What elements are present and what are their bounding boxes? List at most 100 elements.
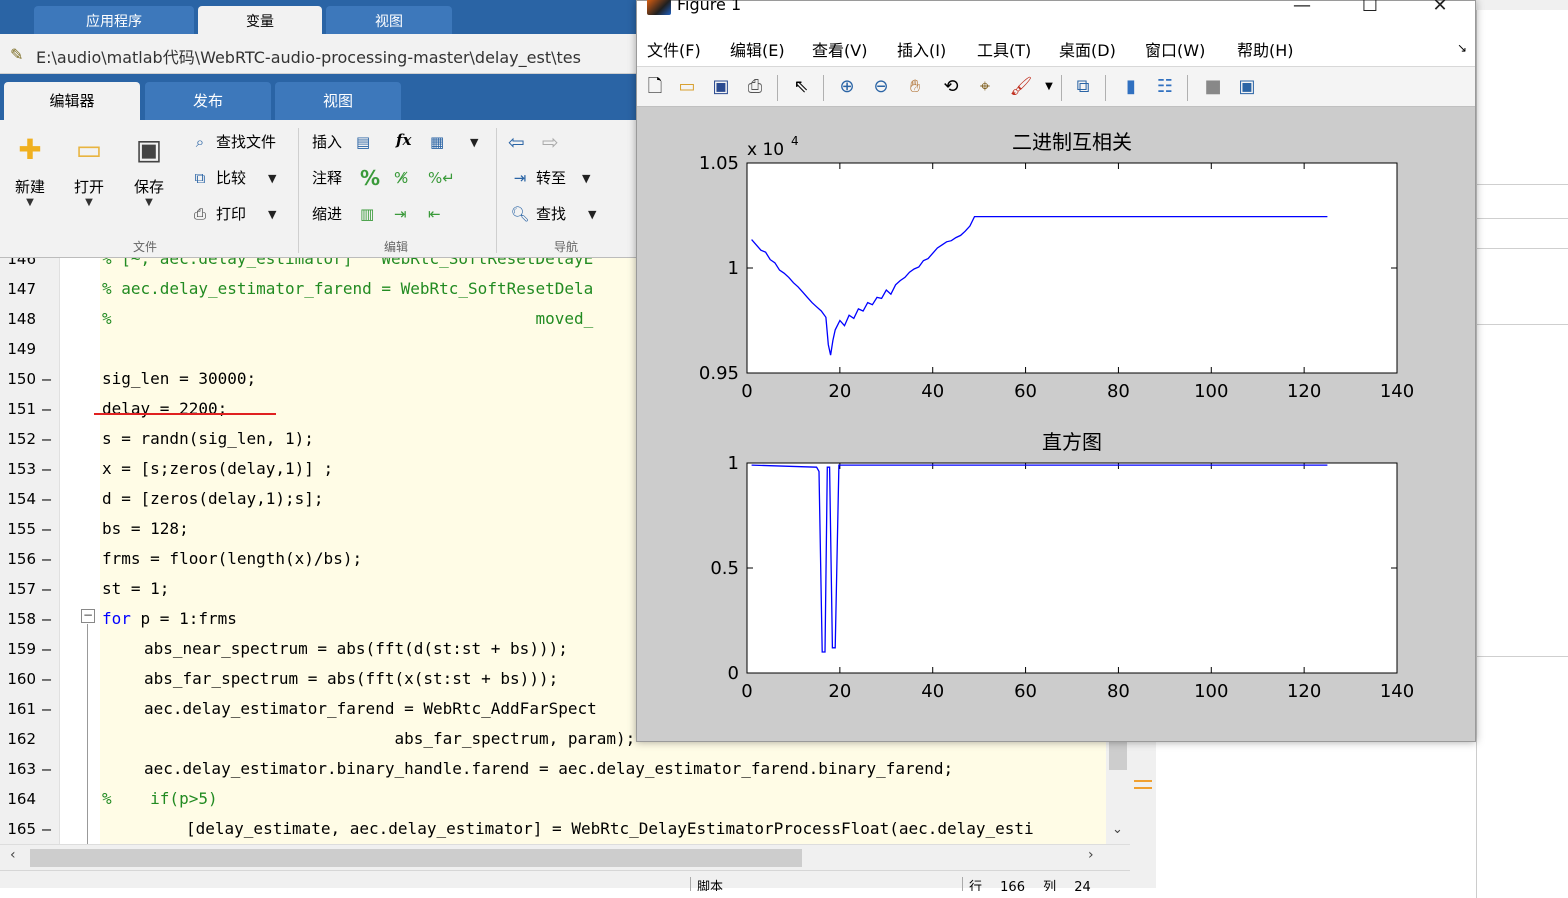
breakpoint-marker[interactable]: — xyxy=(42,664,51,694)
figure-canvas[interactable]: 二进制互相关0 20 40 60 80 100 120 1400.9511.05x 10 4直方… xyxy=(637,107,1475,741)
insert-function-icon[interactable]: ▦ xyxy=(430,128,444,156)
print-button[interactable]: ⎙ 打印 xyxy=(188,200,246,228)
colorbar-icon[interactable]: ▮ xyxy=(1117,73,1145,101)
comment-button[interactable]: 注释 xyxy=(312,164,342,192)
open-file-icon[interactable]: ▭ xyxy=(673,73,701,101)
code-line[interactable]: 165 — [delay_estimate, aec.delay_estimator… xyxy=(0,814,1106,844)
maximize-button[interactable]: ☐ xyxy=(1355,0,1385,16)
breakpoint-marker[interactable]: — xyxy=(42,814,51,844)
chevron-down-icon[interactable]: ⌄ xyxy=(1112,822,1123,837)
breakpoint-marker[interactable]: — xyxy=(42,544,51,574)
scrollbar-thumb[interactable] xyxy=(1109,738,1127,770)
compare-button[interactable]: ⧉ 比较 xyxy=(188,164,246,192)
breakpoint-marker[interactable]: — xyxy=(42,394,51,424)
menu-help[interactable]: 帮助(H) xyxy=(1237,37,1294,61)
menu-insert[interactable]: 插入(I) xyxy=(897,37,946,61)
zoom-in-icon[interactable]: ⊕ xyxy=(833,73,861,101)
code-analyzer-marker[interactable] xyxy=(1134,780,1152,798)
x-tick-label: 100 xyxy=(1194,681,1228,702)
tab-view[interactable]: 视图 xyxy=(275,82,401,120)
breakpoint-marker[interactable]: — xyxy=(42,574,51,604)
x-tick-label: 80 xyxy=(1107,381,1130,402)
tab-publish[interactable]: 发布 xyxy=(145,82,271,120)
menu-window[interactable]: 窗口(W) xyxy=(1145,37,1205,61)
hide-plot-tools-icon[interactable]: ■ xyxy=(1199,73,1227,101)
breakpoint-marker[interactable]: — xyxy=(42,454,51,484)
tab-variable[interactable]: 变量 xyxy=(198,6,322,34)
tab-apps[interactable]: 应用程序 xyxy=(34,6,194,34)
new-figure-icon[interactable]: 🗋︎ xyxy=(641,73,669,101)
chevron-down-icon[interactable]: ▼ xyxy=(588,208,596,221)
save-button[interactable]: ▣ 保存 ▼ xyxy=(124,130,174,208)
chevron-down-icon[interactable]: ▼ xyxy=(470,136,478,149)
chevron-down-icon[interactable]: ▼ xyxy=(268,172,276,185)
new-button[interactable]: ✚ 新建 ▼ xyxy=(5,130,55,208)
fold-toggle[interactable]: − xyxy=(81,609,95,623)
show-plot-tools-icon[interactable]: ▣ xyxy=(1233,73,1261,101)
breakpoint-marker[interactable]: — xyxy=(42,604,51,634)
chevron-down-icon[interactable]: ▼ xyxy=(582,172,590,185)
code-line[interactable]: 163 — aec.delay_estimator.binary_handle.fa… xyxy=(0,754,1106,784)
smart-indent-icon[interactable]: ▥ xyxy=(360,200,374,228)
menu-file[interactable]: 文件(F) xyxy=(647,37,701,61)
code-line[interactable]: 164 % if(p>5) xyxy=(0,784,1106,814)
data-cursor-icon[interactable]: ⌖ xyxy=(971,73,999,101)
breakpoint-marker[interactable]: — xyxy=(42,424,51,454)
breakpoint-marker[interactable]: — xyxy=(42,364,51,394)
menu-view[interactable]: 查看(V) xyxy=(812,37,867,61)
zoom-out-icon[interactable]: ⊖ xyxy=(867,73,895,101)
increase-indent-icon[interactable]: ⇥ xyxy=(394,200,407,228)
chevron-down-icon[interactable]: ▼ xyxy=(268,208,276,221)
chevron-right-icon[interactable]: › xyxy=(1088,847,1094,863)
x-tick-label: 0 xyxy=(741,381,752,402)
folder-icon: ▭ xyxy=(75,133,103,166)
chevron-down-icon: ▼ xyxy=(145,197,153,208)
insert-section-icon[interactable]: ▤ xyxy=(356,128,370,156)
wrap-comment-icon[interactable]: %↵ xyxy=(428,164,455,192)
indent-button[interactable]: 缩进 xyxy=(312,200,342,228)
chevron-down-icon: ▼ xyxy=(26,197,34,208)
insert-button[interactable]: 插入 xyxy=(312,128,342,156)
brush-icon[interactable]: 🖌︎ xyxy=(1007,73,1035,101)
print-figure-icon[interactable]: ⎙ xyxy=(741,73,769,101)
decrease-indent-icon[interactable]: ⇤ xyxy=(428,200,441,228)
tab-view-top[interactable]: 视图 xyxy=(326,6,452,34)
open-button[interactable]: ▭ 打开 ▼ xyxy=(64,130,114,208)
breakpoint-marker[interactable]: — xyxy=(42,514,51,544)
breakpoint-marker[interactable]: — xyxy=(42,694,51,724)
minimize-button[interactable]: — xyxy=(1287,0,1317,16)
vertical-scrollbar[interactable]: ⌄ xyxy=(1106,738,1130,844)
rotate-3d-icon[interactable]: ⟲ xyxy=(937,73,965,101)
find-files-button[interactable]: ⌕ 查找文件 xyxy=(188,128,276,156)
chevron-left-icon[interactable]: ‹ xyxy=(10,847,16,863)
find-button[interactable]: 🔍︎ 查找 xyxy=(508,200,566,228)
menu-desktop[interactable]: 桌面(D) xyxy=(1059,37,1116,61)
x-tick-label: 60 xyxy=(1014,381,1037,402)
tab-editor[interactable]: 编辑器 xyxy=(4,82,140,120)
close-button[interactable]: ✕ xyxy=(1425,0,1455,16)
back-arrow-icon[interactable]: ⇦ xyxy=(508,128,525,156)
y-tick-label: 0.5 xyxy=(710,558,739,579)
comment-percent-icon[interactable]: % xyxy=(360,164,380,192)
comment-label: 注释 xyxy=(312,169,343,187)
dock-arrow-icon[interactable]: ↘ xyxy=(1457,41,1467,55)
pan-hand-icon[interactable]: ✋︎ xyxy=(901,73,929,101)
legend-icon[interactable]: ☷ xyxy=(1151,73,1179,101)
menu-edit[interactable]: 编辑(E) xyxy=(730,37,785,61)
chevron-down-icon[interactable]: ▼ xyxy=(1035,73,1063,101)
breakpoint-marker[interactable]: — xyxy=(42,634,51,664)
goto-button[interactable]: ⇥ 转至 xyxy=(508,164,566,192)
save-figure-icon[interactable]: ▣ xyxy=(707,73,735,101)
fx-icon[interactable]: fx xyxy=(396,126,411,154)
edit-plot-arrow-icon[interactable]: ⇖ xyxy=(787,73,815,101)
link-plot-icon[interactable]: ⧉ xyxy=(1069,73,1097,101)
x-tick-label: 0 xyxy=(741,681,752,702)
menu-tools[interactable]: 工具(T) xyxy=(977,37,1031,61)
forward-arrow-icon[interactable]: ⇨ xyxy=(542,128,559,156)
uncomment-icon[interactable]: %̸ xyxy=(394,164,408,192)
horizontal-scrollbar[interactable]: ‹ › xyxy=(0,844,1130,870)
scrollbar-thumb[interactable] xyxy=(30,849,802,867)
breakpoint-marker[interactable]: — xyxy=(42,484,51,514)
toolbar-separator xyxy=(823,75,824,101)
breakpoint-marker[interactable]: — xyxy=(42,754,51,784)
